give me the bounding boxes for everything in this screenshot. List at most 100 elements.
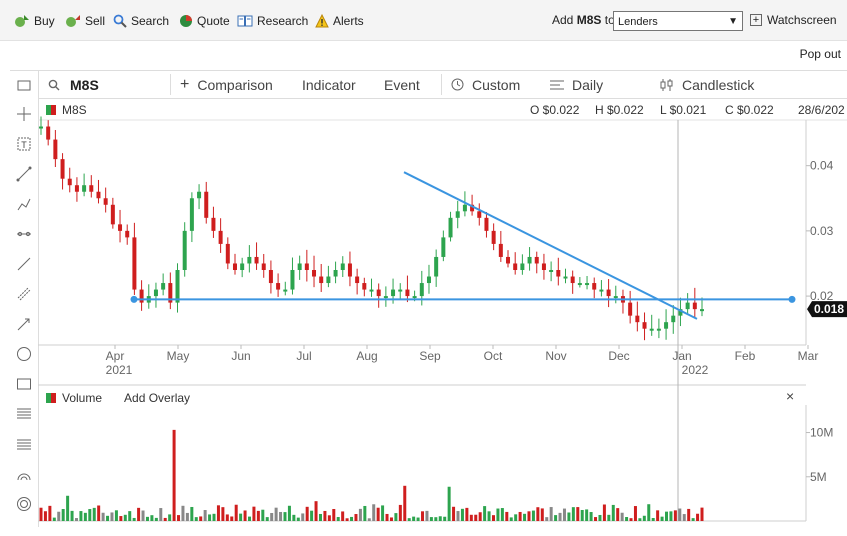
volume-bar: [154, 517, 158, 521]
volume-bar: [491, 515, 495, 521]
candle-body: [67, 178, 72, 186]
volume-bar: [332, 508, 336, 521]
volume-bar: [367, 518, 371, 521]
volume-bar: [123, 514, 127, 521]
volume-bar: [589, 512, 593, 521]
x-year-label: 2021: [106, 363, 133, 377]
candle-body: [268, 270, 273, 284]
volume-bar: [682, 514, 686, 521]
candle-body: [304, 263, 309, 270]
volume-bar: [177, 515, 181, 521]
y-tick-label: 0.04: [810, 159, 834, 173]
x-tick-label: May: [167, 349, 190, 363]
volume-bar: [678, 508, 682, 521]
volume-bar: [567, 512, 571, 521]
candle-body: [477, 211, 482, 218]
volume-bar: [443, 516, 447, 521]
candle-body: [671, 315, 676, 323]
volume-bar: [212, 513, 216, 521]
trendlines: [130, 171, 796, 320]
candle-body: [563, 276, 568, 279]
volume-bar: [580, 509, 584, 521]
volume-bar: [642, 515, 646, 521]
volume-bar: [314, 501, 318, 521]
volume-bar: [638, 518, 642, 521]
candle-body: [692, 302, 697, 310]
volume-bar: [208, 514, 212, 521]
x-tick-label: Dec: [608, 349, 629, 363]
resistance-trendline: [403, 171, 698, 320]
x-tick-label: Nov: [545, 349, 566, 363]
candle-body: [276, 283, 281, 290]
volume-bar: [43, 511, 47, 521]
close-volume-panel-icon[interactable]: ×: [786, 388, 794, 404]
candle-body: [656, 328, 661, 331]
candle-body: [312, 270, 317, 277]
volume-bar: [181, 505, 185, 521]
volume-bar: [647, 504, 651, 521]
candle-series: [39, 116, 704, 341]
volume-bar: [403, 485, 407, 521]
volume-bar: [310, 510, 314, 521]
volume-bar: [429, 517, 433, 521]
volume-bar: [221, 507, 225, 521]
candle-body: [89, 185, 94, 192]
volume-bar: [185, 512, 189, 521]
volume-bar: [656, 510, 660, 521]
candle-body: [506, 256, 511, 264]
candle-body: [556, 270, 561, 277]
volume-bar: [505, 511, 509, 521]
volume-bar: [478, 512, 482, 521]
candle-body: [247, 256, 252, 264]
volume-bar: [620, 512, 624, 521]
volume-bar: [150, 515, 154, 521]
volume-bar: [691, 518, 695, 521]
volume-bar: [673, 510, 677, 521]
volume-bar: [279, 511, 283, 521]
volume-bar: [598, 514, 602, 521]
volume-bar: [106, 515, 110, 521]
candle-body: [333, 270, 338, 277]
volume-bar: [576, 507, 580, 521]
candle-body: [153, 289, 158, 297]
x-tick-label: Feb: [735, 349, 756, 363]
candle-body: [283, 289, 288, 292]
volume-bar: [452, 506, 456, 521]
candle-body: [383, 296, 388, 299]
volume-bar: [239, 513, 243, 521]
volume-bar: [629, 518, 633, 521]
volume-bar: [137, 507, 141, 521]
volume-bar: [381, 505, 385, 521]
volume-bar: [487, 511, 491, 521]
price-chart[interactable]: Apr May Jun Jul Aug Sep Oct Nov Dec Jan Feb Mar 2021…: [0, 0, 847, 536]
volume-bar: [248, 516, 252, 521]
candle-body: [74, 185, 79, 192]
volume-bar: [509, 517, 513, 521]
candle-body: [218, 230, 223, 244]
candle-body: [340, 263, 345, 270]
candle-body: [491, 230, 496, 244]
volume-bar: [558, 512, 562, 521]
volume-bar: [243, 510, 247, 521]
volume-bar: [625, 517, 629, 521]
volume-label: Volume: [62, 391, 103, 405]
candle-body: [484, 217, 489, 231]
candle-body: [419, 283, 424, 297]
candle-body: [319, 276, 324, 284]
volume-bar: [88, 509, 92, 521]
volume-bar: [301, 513, 305, 521]
volume-bar: [52, 517, 56, 521]
volume-bar: [385, 513, 389, 521]
candle-body: [261, 263, 266, 270]
x-tick-label: Mar: [798, 349, 819, 363]
volume-bar: [163, 517, 167, 521]
add-overlay-button[interactable]: Add Overlay: [124, 391, 190, 405]
volume-bar: [252, 506, 256, 521]
volume-bar: [159, 508, 163, 521]
volume-bar: [460, 508, 464, 521]
volume-bar: [438, 516, 442, 521]
x-year-label: 2022: [682, 363, 709, 377]
candle-body: [541, 263, 546, 270]
candle-body: [161, 283, 166, 290]
volume-bar: [305, 506, 309, 521]
